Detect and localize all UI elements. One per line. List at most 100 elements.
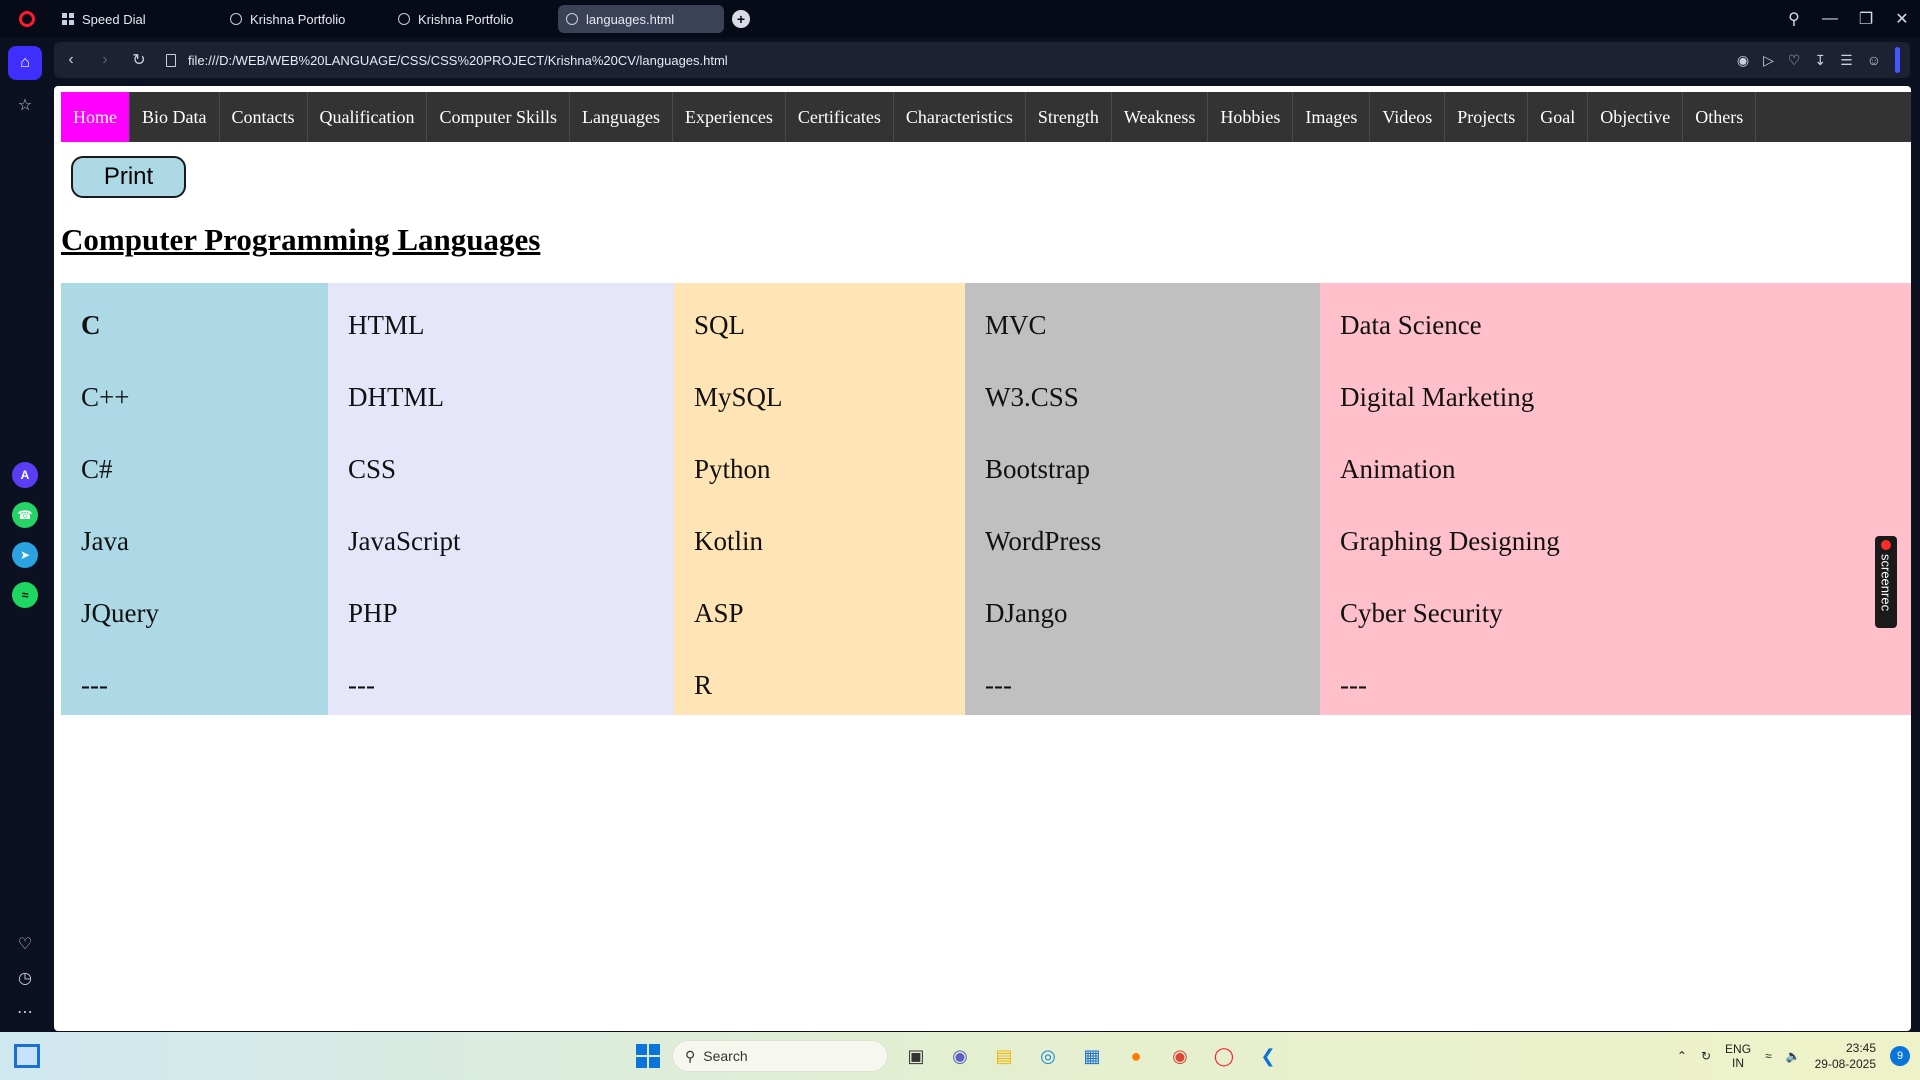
record-icon [1881,540,1891,550]
menu-item-others[interactable]: Others [1683,92,1757,142]
menu-item-experiences[interactable]: Experiences [673,92,786,142]
chrome-icon[interactable]: ◉ [1164,1040,1196,1072]
screenrec-label: screenrec [1878,554,1894,612]
system-tray: ⌃ ↻ ENG IN ≈ 🔈 23:45 29-08-2025 9 [1677,1032,1910,1080]
languages-column-5: Data Science Digital Marketing Animation… [1320,283,1911,715]
table-cell: Graphing Designing [1340,525,1560,556]
page-title: Computer Programming Languages [61,222,541,257]
opera-icon[interactable]: ◯ [1208,1040,1240,1072]
teams-icon[interactable]: ◉ [944,1040,976,1072]
menu-item-objective[interactable]: Objective [1588,92,1684,142]
vscode-icon[interactable]: ❮ [1252,1040,1284,1072]
aria-icon[interactable]: A [12,462,38,488]
heart-icon[interactable]: ♡ [18,934,32,954]
easy-setup-icon[interactable]: ☰ [1840,52,1853,69]
snapshot-icon[interactable]: ◉ [1737,52,1749,69]
widgets-icon[interactable] [14,1044,40,1068]
spotify-icon[interactable]: ≈ [12,582,38,608]
table-cell: JavaScript [348,525,461,556]
menu-item-goal[interactable]: Goal [1528,92,1589,142]
menu-item-home[interactable]: Home [61,92,130,142]
wifi-icon[interactable]: ≈ [1765,1049,1772,1063]
table-cell: Animation [1340,453,1456,484]
table-cell: --- [1340,669,1367,700]
menu-item-characteristics[interactable]: Characteristics [894,92,1026,142]
sync-icon[interactable]: ↻ [1701,1049,1711,1063]
globe-icon [398,13,410,25]
clock[interactable]: 23:45 29-08-2025 [1815,1040,1876,1072]
menu-item-certificates[interactable]: Certificates [786,92,894,142]
search-tabs-icon[interactable]: ⚲ [1776,9,1812,29]
opera-menu-button[interactable] [0,0,54,38]
address-bar-actions: ◉ ▷ ♡ ↧ ☰ ☺ [1737,42,1900,78]
browser-tab-bar: Speed Dial Krishna Portfolio Krishna Por… [0,0,1920,38]
table-cell: WordPress [985,525,1102,556]
print-button[interactable]: Print [71,156,186,198]
menu-item-weakness[interactable]: Weakness [1112,92,1209,142]
close-icon[interactable]: ✕ [1884,9,1920,29]
chevron-up-icon[interactable]: ⌃ [1677,1049,1687,1063]
forward-icon[interactable]: › [88,51,122,69]
minimize-icon[interactable]: — [1812,10,1848,28]
home-icon[interactable]: ⌂ [8,46,42,80]
table-cell: --- [985,669,1012,700]
page-viewport: Home Bio Data Contacts Qualification Com… [54,86,1911,1031]
table-cell: --- [81,669,108,700]
opera-logo-icon [19,11,35,27]
table-cell: Bootstrap [985,453,1090,484]
store-icon[interactable]: ▦ [1076,1040,1108,1072]
bookmarks-icon[interactable]: ☆ [8,88,42,122]
globe-icon [566,13,578,25]
menu-item-qualification[interactable]: Qualification [308,92,428,142]
pin-heart-icon[interactable]: ♡ [1788,52,1801,69]
menu-item-strength[interactable]: Strength [1026,92,1112,142]
tab-label: languages.html [586,11,675,27]
file-explorer-icon[interactable]: ▤ [988,1040,1020,1072]
table-cell: HTML [348,309,425,340]
table-cell: Python [694,453,771,484]
menu-item-projects[interactable]: Projects [1445,92,1529,142]
windows-start-icon[interactable] [636,1044,660,1068]
history-icon[interactable]: ◷ [18,968,32,988]
languages-table: C C++ C# Java JQuery --- HTML DHTML CSS … [61,283,1911,715]
more-icon[interactable]: ⋯ [17,1002,33,1022]
tab-label: Krishna Portfolio [418,11,514,27]
profile-icon[interactable]: ☺ [1867,52,1881,68]
tab-speed-dial[interactable]: Speed Dial [54,5,220,33]
player-icon[interactable]: ▷ [1763,52,1774,69]
tab-languages-html[interactable]: languages.html [558,5,724,33]
menu-item-languages[interactable]: Languages [570,92,673,142]
task-view-icon[interactable]: ▣ [900,1040,932,1072]
menu-item-images[interactable]: Images [1293,92,1371,142]
menu-item-computer-skills[interactable]: Computer Skills [427,92,570,142]
taskbar-search[interactable]: ⚲ Search [672,1040,888,1072]
table-cell: Cyber Security [1340,597,1503,628]
menu-item-contacts[interactable]: Contacts [220,92,308,142]
whatsapp-icon[interactable]: ☎ [12,502,38,528]
menu-item-hobbies[interactable]: Hobbies [1208,92,1294,142]
globe-icon [230,13,242,25]
table-cell: ASP [694,597,744,628]
reload-icon[interactable]: ↻ [122,50,156,70]
tab-label: Speed Dial [82,11,146,27]
url-field[interactable]: file:///D:/WEB/WEB%20LANGUAGE/CSS/CSS%20… [166,53,728,68]
restore-icon[interactable]: ❐ [1848,9,1884,29]
menu-item-videos[interactable]: Videos [1370,92,1446,142]
telegram-icon[interactable]: ➤ [12,542,38,568]
download-icon[interactable]: ↧ [1814,52,1826,69]
table-cell: C++ [81,381,130,412]
menu-item-bio-data[interactable]: Bio Data [130,92,220,142]
tab-krishna-portfolio-1[interactable]: Krishna Portfolio [222,5,388,33]
sidebar-toggle[interactable] [1895,47,1900,73]
tab-krishna-portfolio-2[interactable]: Krishna Portfolio [390,5,556,33]
languages-column-3: SQL MySQL Python Kotlin ASP R [674,283,965,715]
language-indicator[interactable]: ENG IN [1725,1042,1751,1070]
volume-muted-icon[interactable]: 🔈 [1786,1049,1801,1063]
back-icon[interactable]: ‹ [54,51,88,69]
new-tab-button[interactable]: + [732,10,750,28]
search-placeholder: Search [703,1048,748,1064]
edge-icon[interactable]: ◎ [1032,1040,1064,1072]
firefox-icon[interactable]: ● [1120,1040,1152,1072]
screenrec-widget[interactable]: screenrec [1875,536,1897,628]
notifications-badge[interactable]: 9 [1890,1046,1910,1066]
